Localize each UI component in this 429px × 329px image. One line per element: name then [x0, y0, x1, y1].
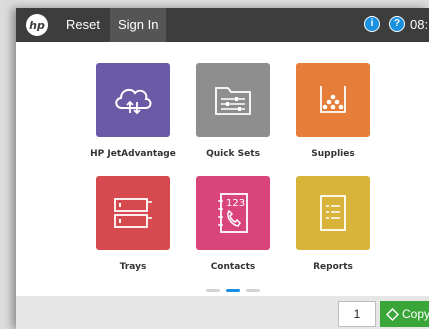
- copy-button-label: Copy: [402, 307, 429, 321]
- app-tile-contacts[interactable]: 123: [196, 176, 270, 250]
- app-tile-trays[interactable]: [96, 176, 170, 250]
- copies-count-field[interactable]: 1: [338, 301, 376, 327]
- trays-icon: [114, 198, 152, 228]
- app-tile-reports[interactable]: [296, 176, 370, 250]
- report-icon: [320, 195, 346, 231]
- app-label-reports: Reports: [313, 262, 353, 272]
- help-icon[interactable]: ?: [389, 16, 405, 32]
- folder-sliders-icon: [215, 87, 251, 115]
- address-book-icon: 123: [218, 193, 248, 233]
- printer-control-panel: hp Reset Sign In i ? 08: HP JetAdvantage…: [16, 8, 429, 329]
- page-dot-active[interactable]: [226, 289, 240, 292]
- info-icon[interactable]: i: [364, 16, 380, 32]
- copy-button[interactable]: Copy: [380, 301, 429, 327]
- toner-icon: [320, 86, 346, 113]
- app-label-supplies: Supplies: [311, 149, 355, 159]
- cloud-icon: [115, 88, 152, 115]
- hp-logo[interactable]: hp: [26, 14, 48, 36]
- reset-button[interactable]: Reset: [58, 8, 108, 42]
- top-bar: hp Reset Sign In i ? 08:: [16, 8, 429, 42]
- clock: 08:: [410, 17, 429, 32]
- app-tile-supplies[interactable]: [296, 63, 370, 137]
- app-tile-hp-jetadvantage[interactable]: [96, 63, 170, 137]
- start-diamond-icon: [386, 308, 399, 322]
- page-dot[interactable]: [206, 289, 220, 292]
- page-dot[interactable]: [246, 289, 260, 292]
- app-tile-quick-sets[interactable]: [196, 63, 270, 137]
- sign-in-button[interactable]: Sign In: [110, 8, 166, 42]
- bottom-bar: 1 Copy: [16, 296, 429, 329]
- contacts-icon-text: 123: [226, 198, 245, 209]
